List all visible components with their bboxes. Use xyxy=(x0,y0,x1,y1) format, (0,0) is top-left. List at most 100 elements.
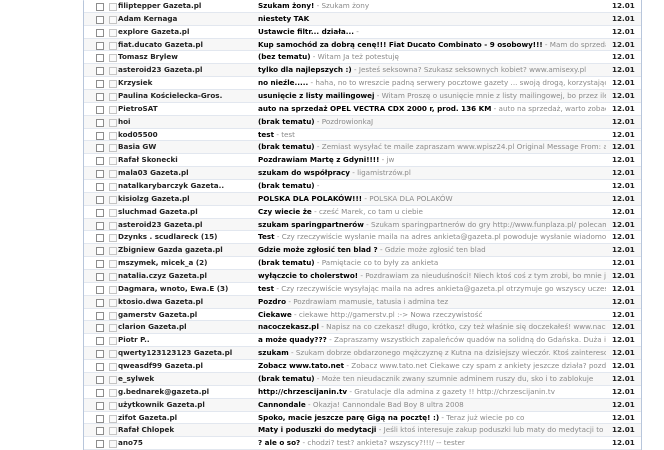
email-sender[interactable]: explore Gazeta.pl xyxy=(118,26,256,39)
email-sender[interactable]: mszymek, micek_a (2) xyxy=(118,257,256,270)
email-sender[interactable]: natalkarybarczyk Gazeta.. xyxy=(118,180,256,193)
select-checkbox[interactable] xyxy=(96,67,104,76)
email-content[interactable]: (brak tematu) - Zemiast wysyłać te maile… xyxy=(258,141,606,154)
email-sender[interactable]: Rafał Chlopek xyxy=(118,424,256,437)
email-sender[interactable]: ktosio.dwa Gazeta.pl xyxy=(118,296,256,309)
star-icon[interactable] xyxy=(109,144,117,153)
email-content[interactable]: Pozdrawiam Martę z Gdyni!!!! - jw xyxy=(258,154,606,167)
star-icon[interactable] xyxy=(109,324,117,333)
email-sender[interactable]: Krzysiek xyxy=(118,77,256,90)
star-icon[interactable] xyxy=(109,118,117,127)
star-icon[interactable] xyxy=(109,15,117,24)
email-sender[interactable]: sluchmad Gazeta.pl xyxy=(118,206,256,219)
select-checkbox[interactable] xyxy=(96,80,104,89)
email-row[interactable]: Dagmara, wnoto, Ewa.E (3) test - Czy rzec… xyxy=(84,282,641,296)
email-sender[interactable]: Piotr P.. xyxy=(118,334,256,347)
select-checkbox[interactable] xyxy=(96,298,104,307)
email-row[interactable]: Tomasz Brylew (bez tematu) - Witam Ja też… xyxy=(84,51,641,65)
email-content[interactable]: test - Czy rzeczywiście wysyłając maila … xyxy=(258,283,606,296)
star-icon[interactable] xyxy=(109,54,117,63)
email-row[interactable]: natalkarybarczyk Gazeta.. (brak tematu) -… xyxy=(84,180,641,193)
email-sender[interactable]: Zbigniew Gazda gazeta.pl xyxy=(118,244,256,257)
email-row[interactable]: ktosio.dwa Gazeta.pl Pozdro - Pozdrawiam … xyxy=(84,295,641,309)
star-icon[interactable] xyxy=(109,3,117,11)
select-checkbox[interactable] xyxy=(96,208,104,217)
star-icon[interactable] xyxy=(109,260,117,269)
email-content[interactable]: Czy wiecie że - cześć Marek, co tam u ci… xyxy=(258,206,606,219)
email-sender[interactable]: qweasdf99 Gazeta.pl xyxy=(118,360,256,373)
email-sender[interactable]: gamerstv Gazeta.pl xyxy=(118,309,256,322)
star-icon[interactable] xyxy=(109,337,117,346)
select-checkbox[interactable] xyxy=(96,247,104,256)
email-content[interactable]: (bez tematu) - Witam Ja też potestuję xyxy=(258,51,606,64)
email-sender[interactable]: Basia GW xyxy=(118,141,256,154)
email-row[interactable]: gamerstv Gazeta.pl Ciekawe - ciekawe http… xyxy=(84,308,641,322)
select-checkbox[interactable] xyxy=(96,41,104,50)
email-sender[interactable]: asteroid23 Gazeta.pl xyxy=(118,219,256,232)
email-row[interactable]: clarion Gazeta.pl nacoczekasz.pl - Napisz… xyxy=(84,321,641,335)
email-sender[interactable]: asteroid23 Gazeta.pl xyxy=(118,64,256,77)
select-checkbox[interactable] xyxy=(96,15,104,24)
star-icon[interactable] xyxy=(109,183,117,192)
email-content[interactable]: szukam - Szukam dobrze obdarzonego mężcz… xyxy=(258,347,606,360)
star-icon[interactable] xyxy=(109,375,117,384)
select-checkbox[interactable] xyxy=(96,363,104,372)
email-content[interactable]: wyłączcie to cholerstwo! - Pozdrawiam za… xyxy=(258,270,606,283)
email-sender[interactable]: hoi xyxy=(118,116,256,129)
star-icon[interactable] xyxy=(109,350,117,359)
email-row[interactable]: Piotr P.. a może quady??? - Zapraszamy ws… xyxy=(84,334,641,348)
email-content[interactable]: test - test xyxy=(258,129,606,142)
email-content[interactable]: Pozdro - Pozdrawiam mamusie, tatusia i a… xyxy=(258,296,606,309)
star-icon[interactable] xyxy=(109,157,117,166)
email-row[interactable]: e_sylwek (brak tematu) - Może ten nieudac… xyxy=(84,372,641,386)
select-checkbox[interactable] xyxy=(96,350,104,359)
select-checkbox[interactable] xyxy=(96,337,104,346)
email-row[interactable]: hoi (brak tematu) - PozdrowionkaJ 12.01 xyxy=(84,115,641,129)
star-icon[interactable] xyxy=(109,363,117,372)
email-row[interactable]: qweasdf99 Gazeta.pl Zobacz www.tato.net -… xyxy=(84,360,641,373)
select-checkbox[interactable] xyxy=(96,183,104,192)
star-icon[interactable] xyxy=(109,105,117,114)
select-checkbox[interactable] xyxy=(96,285,104,294)
email-row[interactable]: PietroSAT auto na sprzedaż OPEL VECTRA CD… xyxy=(84,102,641,116)
email-sender[interactable]: Dzynks . scudlareck (15) xyxy=(118,231,256,244)
select-checkbox[interactable] xyxy=(96,273,104,282)
email-sender[interactable]: filiptepper Gazeta.pl xyxy=(118,0,256,13)
email-sender[interactable]: PietroSAT xyxy=(118,103,256,116)
email-row[interactable]: Krzysiek no nieźle..... - haha, no to wre… xyxy=(84,77,641,91)
star-icon[interactable] xyxy=(109,285,117,294)
star-icon[interactable] xyxy=(109,28,117,37)
email-sender[interactable]: kod05500 xyxy=(118,129,256,142)
star-icon[interactable] xyxy=(109,195,117,204)
select-checkbox[interactable] xyxy=(96,427,104,436)
email-sender[interactable]: fiat.ducato Gazeta.pl xyxy=(118,39,256,52)
email-content[interactable]: no nieźle..... - haha, no to wreszcie pa… xyxy=(258,77,606,90)
email-row[interactable]: Paulina Kościelecka-Gros. usunięcie z lis… xyxy=(84,90,641,103)
email-content[interactable]: (brak tematu) - Pamiętacie co to były za… xyxy=(258,257,606,270)
email-row[interactable]: g.bednarek@gazeta.pl http://chrzescijanin… xyxy=(84,385,641,399)
email-row[interactable]: qwerty123123123 Gazeta.pl szukam - Szukam… xyxy=(84,347,641,361)
star-icon[interactable] xyxy=(109,311,117,320)
email-content[interactable]: Szukam żony! - Szukam żony xyxy=(258,0,606,13)
email-sender[interactable]: e_sylwek xyxy=(118,373,256,386)
email-row[interactable]: sluchmad Gazeta.pl Czy wiecie że - cześć … xyxy=(84,205,641,219)
select-checkbox[interactable] xyxy=(96,388,104,397)
email-content[interactable]: usunięcie z listy mailingowej - Witam Pr… xyxy=(258,90,606,103)
email-content[interactable]: Ciekawe - ciekawe http://gamerstv.pl :->… xyxy=(258,309,606,322)
email-row[interactable]: Rafał Skonecki Pozdrawiam Martę z Gdyni!!… xyxy=(84,154,641,168)
email-row[interactable]: ano75? ale o so? - chodzi? test? ankieta… xyxy=(84,437,641,450)
select-checkbox[interactable] xyxy=(96,131,104,140)
email-sender[interactable]: clarion Gazeta.pl xyxy=(118,321,256,334)
email-row[interactable]: zifot Gazeta.pl Spoko, macie jeszcze parę… xyxy=(84,411,641,425)
select-checkbox[interactable] xyxy=(96,260,104,269)
star-icon[interactable] xyxy=(109,170,117,179)
email-sender[interactable]: użytkownik Gazeta.pl xyxy=(118,399,256,412)
email-sender[interactable]: qwerty123123123 Gazeta.pl xyxy=(118,347,256,360)
email-row[interactable]: Dzynks . scudlareck (15) Test - Czy rzecz… xyxy=(84,231,641,245)
email-content[interactable]: Spoko, macie jeszcze parę Gigą na pocztę… xyxy=(258,412,606,425)
email-row[interactable]: natalia.czyz Gazeta.pl wyłączcie to chole… xyxy=(84,270,641,283)
select-checkbox[interactable] xyxy=(96,157,104,166)
select-checkbox[interactable] xyxy=(96,144,104,153)
email-content[interactable]: Ustawcie filtr... działa... - xyxy=(258,26,606,39)
email-sender[interactable]: zifot Gazeta.pl xyxy=(118,412,256,425)
